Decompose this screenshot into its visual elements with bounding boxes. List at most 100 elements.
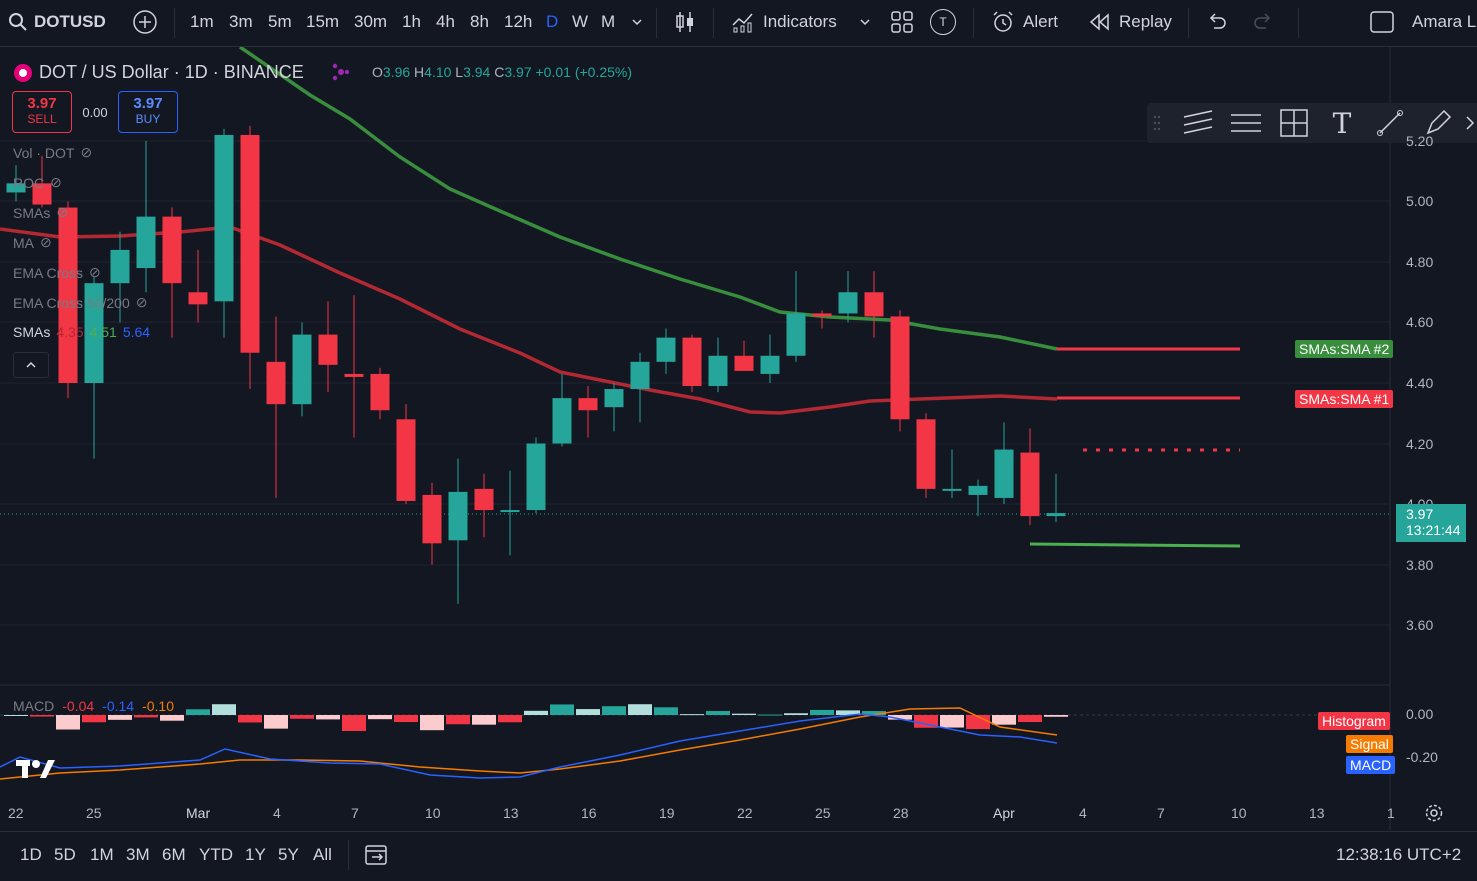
chart-title[interactable]: DOT / US Dollar · 1D · BINANCE <box>13 62 304 83</box>
indicators-button[interactable]: Indicators <box>731 0 837 44</box>
time-axis-label: 13 <box>503 805 519 821</box>
sell-button[interactable]: 3.97 SELL <box>12 91 72 133</box>
interval-1h[interactable]: 1h <box>402 0 421 44</box>
range-all[interactable]: All <box>313 832 332 878</box>
histogram-bar <box>498 715 522 723</box>
candle-body <box>1020 452 1040 517</box>
close-label: C <box>494 64 505 80</box>
interval-1m[interactable]: 1m <box>190 0 214 44</box>
legend-item-smas[interactable]: SMAs 4.35 4.51 5.64 <box>13 324 150 340</box>
legend-label: MA <box>13 234 34 251</box>
text-tool-icon[interactable]: T <box>1325 107 1359 140</box>
interval-label: 1m <box>190 12 214 31</box>
buy-button[interactable]: 3.97 BUY <box>118 91 178 133</box>
interval-m[interactable]: M <box>601 0 615 44</box>
candle-body <box>734 355 754 371</box>
low-label: L <box>455 64 464 80</box>
collapse-legend-button[interactable] <box>13 352 49 378</box>
sma2-value: 4.51 <box>89 324 117 340</box>
legend-item-ma[interactable]: MA ⊘ <box>13 234 52 251</box>
interval-5m[interactable]: 5m <box>268 0 292 44</box>
legend-item-ema-cross-50-200[interactable]: EMA Cross 50/200 ⊘ <box>13 294 147 311</box>
time-axis-label: 22 <box>8 805 24 821</box>
price-axis-label: 4.20 <box>1406 436 1434 452</box>
interval-label: 3m <box>229 12 253 31</box>
interval-4h[interactable]: 4h <box>436 0 455 44</box>
eye-off-icon[interactable]: ⊘ <box>80 144 92 161</box>
compare-button[interactable] <box>132 0 158 44</box>
interval-30m[interactable]: 30m <box>354 0 387 44</box>
eye-off-icon[interactable]: ⊘ <box>56 204 68 221</box>
support-level-line[interactable] <box>1029 542 1241 548</box>
histogram-bar <box>576 709 600 715</box>
timezone-clock[interactable]: 12:38:16 UTC+2 <box>1336 832 1461 878</box>
legend-item-vol[interactable]: Vol · DOT ⊘ <box>13 144 92 161</box>
interval-w[interactable]: W <box>572 0 588 44</box>
more-tools-icon[interactable] <box>1463 107 1477 139</box>
range-5y[interactable]: 5Y <box>278 832 299 878</box>
candle-body <box>344 373 364 377</box>
price-axis-label: 5.00 <box>1406 193 1434 209</box>
range-3m[interactable]: 3M <box>126 832 150 878</box>
redo-button[interactable] <box>1252 0 1274 44</box>
current-price-value: 3.97 <box>1406 506 1434 522</box>
drag-handle-icon[interactable] <box>1147 107 1167 139</box>
legend-item-smas-hidden[interactable]: SMAs ⊘ <box>13 204 68 221</box>
chart-pane[interactable]: DOT / US Dollar · 1D · BINANCE O3.96 H4.… <box>0 47 1477 830</box>
macd-signal-value: -0.10 <box>142 698 174 714</box>
interval-dropdown[interactable] <box>630 0 644 44</box>
replay-button[interactable]: Replay <box>1089 0 1172 44</box>
price-chart[interactable] <box>0 47 1477 830</box>
tradingview-logo[interactable] <box>16 758 56 785</box>
gear-icon <box>1425 804 1443 822</box>
long-position-icon[interactable] <box>1277 107 1311 139</box>
range-1y[interactable]: 1Y <box>245 832 266 878</box>
interval-d[interactable]: D <box>546 0 558 44</box>
buy-price: 3.97 <box>133 95 163 112</box>
regression-trend-icon[interactable] <box>1181 107 1215 139</box>
eye-off-icon[interactable]: ⊘ <box>89 264 101 281</box>
undo-button[interactable] <box>1206 0 1228 44</box>
eye-off-icon[interactable]: ⊘ <box>136 294 148 311</box>
legend-label: SMAs <box>13 204 51 221</box>
interval-3m[interactable]: 3m <box>229 0 253 44</box>
interval-8h[interactable]: 8h <box>470 0 489 44</box>
candles-icon <box>676 12 693 32</box>
range-6m[interactable]: 6M <box>162 832 186 878</box>
range-5d[interactable]: 5D <box>54 832 76 878</box>
histogram-bar <box>212 704 236 715</box>
eye-off-icon[interactable]: ⊘ <box>40 234 52 251</box>
macd-axis-tag: MACD <box>1346 756 1396 774</box>
user-menu[interactable]: Amara L <box>1412 0 1476 44</box>
layouts-button[interactable] <box>891 0 913 44</box>
chart-type-button[interactable] <box>674 0 696 44</box>
broadcast-icon[interactable] <box>330 61 352 88</box>
redo-icon <box>1254 13 1271 29</box>
time-axis-label: 25 <box>815 805 831 821</box>
fullscreen-button[interactable] <box>1370 0 1394 44</box>
chart-settings-button[interactable] <box>1424 803 1444 828</box>
fib-retracement-icon[interactable] <box>1229 107 1263 139</box>
tv-logo-icon <box>16 760 55 778</box>
time-axis-label: 4 <box>273 805 281 821</box>
square-icon <box>1370 11 1394 33</box>
alert-button[interactable]: Alert <box>991 0 1058 44</box>
symbol-search[interactable]: DOTUSD <box>8 0 106 44</box>
template-button[interactable]: T <box>930 0 956 44</box>
legend-item-roc[interactable]: ROC ⊘ <box>13 174 62 191</box>
alert-label: Alert <box>1023 12 1058 31</box>
range-1m[interactable]: 1M <box>90 832 114 878</box>
chevron-down-icon <box>632 19 642 26</box>
range-1d[interactable]: 1D <box>20 832 42 878</box>
eye-off-icon[interactable]: ⊘ <box>50 174 62 191</box>
interval-15m[interactable]: 15m <box>306 0 339 44</box>
candle-body <box>552 398 572 444</box>
histogram-bar <box>264 715 288 729</box>
range-ytd[interactable]: YTD <box>199 832 233 878</box>
interval-12h[interactable]: 12h <box>504 0 532 44</box>
brush-icon[interactable] <box>1373 107 1407 139</box>
goto-date-button[interactable] <box>364 832 390 878</box>
indicators-dropdown[interactable] <box>858 0 872 44</box>
legend-item-ema-cross[interactable]: EMA Cross ⊘ <box>13 264 101 281</box>
macd-legend[interactable]: MACD -0.04 -0.14 -0.10 <box>13 698 174 714</box>
